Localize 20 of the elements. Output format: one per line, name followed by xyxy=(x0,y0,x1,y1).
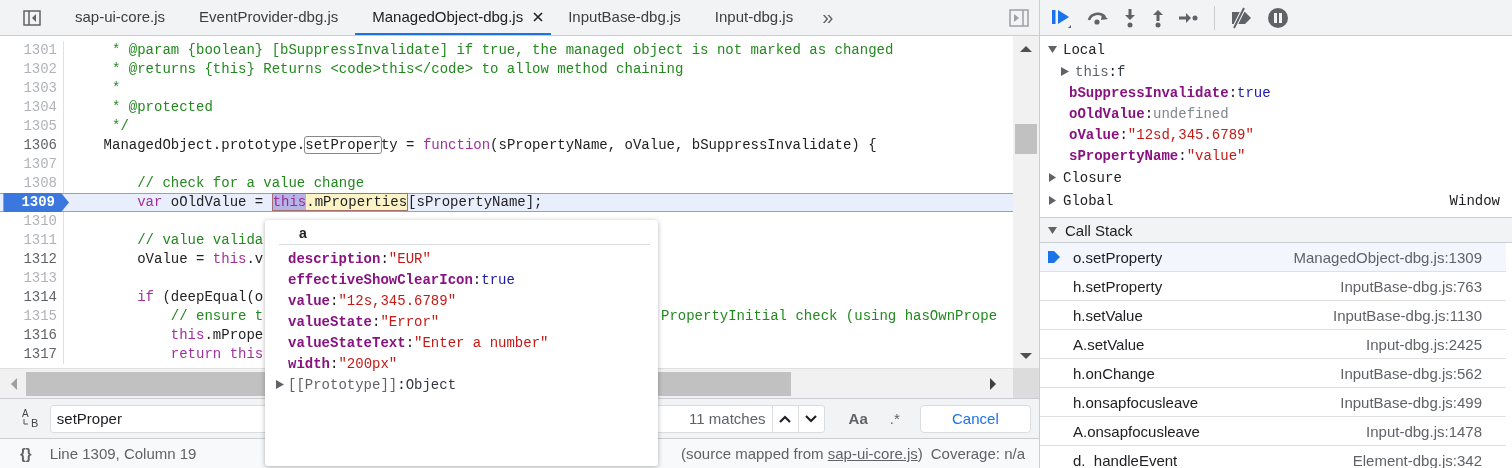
code-line: * xyxy=(111,79,121,98)
match-count: 11 matches xyxy=(689,410,767,427)
code-line: * @param {boolean} [bSuppressInvalidate] if true, the managed object is not marked as changed xyxy=(111,41,894,60)
code-line: */ xyxy=(111,117,129,136)
code-line: // value valida xyxy=(136,231,264,250)
code-line: PropertyInitial check (using hasOwnPrope xyxy=(661,307,998,326)
code-line: return this xyxy=(169,345,264,364)
code-line: * @protected xyxy=(111,98,213,117)
code-line: * @returns {this} Returns <code>this</code> to allow method chaining xyxy=(111,60,684,79)
code-line: // ensure t xyxy=(169,307,264,326)
source-map-note: (source mapped from sap-ui-core.js) xyxy=(681,445,923,462)
code-line: oValue = this.v xyxy=(136,250,264,269)
code-line: // check for a value change xyxy=(136,174,365,193)
code-line: this.mPrope xyxy=(169,326,264,345)
cursor-position: Line 1309, Column 19 xyxy=(49,445,197,462)
popover-title: a xyxy=(279,220,650,245)
coverage-status: Coverage: n/a xyxy=(930,445,1025,462)
code-line: if (deepEqual(o xyxy=(136,288,264,307)
code-line: var oOldValue = this.mProperties[sPropertyName]; xyxy=(136,194,543,211)
code-line: ManagedObject.prototype.setProperty = function(sPropertyName, oValue, bSuppressInvalidate) { xyxy=(102,136,877,155)
